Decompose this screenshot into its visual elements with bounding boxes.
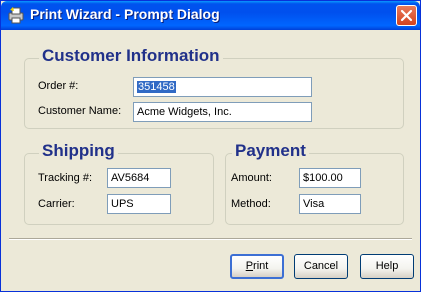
amount-field[interactable]: $100.00 bbox=[299, 168, 361, 188]
customer-name-field[interactable]: Acme Widgets, Inc. bbox=[133, 102, 312, 122]
carrier-label: Carrier: bbox=[38, 198, 75, 210]
method-label: Method: bbox=[231, 198, 271, 210]
help-button[interactable]: Help bbox=[360, 254, 414, 279]
method-field[interactable]: Visa bbox=[299, 194, 361, 214]
button-separator bbox=[9, 238, 412, 240]
print-button-mnemonic: P bbox=[245, 260, 254, 272]
amount-label: Amount: bbox=[231, 172, 272, 184]
tracking-number-label: Tracking #: bbox=[38, 172, 93, 184]
payment-group: Payment bbox=[225, 141, 404, 225]
customer-name-label: Customer Name: bbox=[38, 105, 122, 117]
order-number-label: Order #: bbox=[38, 80, 79, 92]
order-number-field[interactable]: 351458 bbox=[133, 77, 312, 97]
print-button-label: rint bbox=[253, 260, 269, 272]
order-number-value: 351458 bbox=[137, 81, 176, 93]
title-bar[interactable]: Print Wizard - Prompt Dialog bbox=[1, 1, 420, 30]
tracking-number-field[interactable]: AV5684 bbox=[107, 168, 171, 188]
window-title: Print Wizard - Prompt Dialog bbox=[30, 6, 220, 22]
shipping-legend: Shipping bbox=[39, 141, 118, 161]
customer-information-legend: Customer Information bbox=[39, 46, 223, 66]
print-wizard-icon bbox=[7, 6, 25, 24]
carrier-field[interactable]: UPS bbox=[107, 194, 171, 214]
payment-legend: Payment bbox=[232, 141, 309, 161]
close-icon bbox=[400, 9, 413, 22]
shipping-group: Shipping bbox=[24, 141, 214, 225]
cancel-button[interactable]: Cancel bbox=[294, 254, 348, 279]
close-button[interactable] bbox=[396, 5, 417, 26]
dialog-window: Print Wizard - Prompt Dialog Customer In… bbox=[0, 0, 421, 292]
print-button[interactable]: Print bbox=[230, 254, 284, 279]
